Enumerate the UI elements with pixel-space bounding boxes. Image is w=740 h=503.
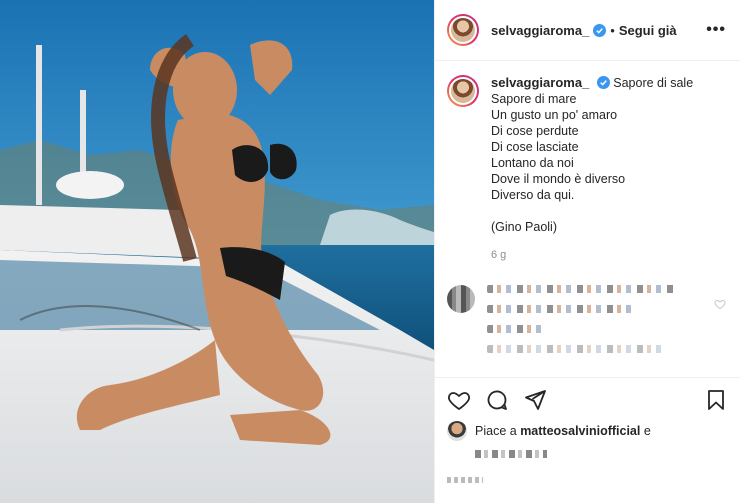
likes-conjunction: e xyxy=(643,424,651,438)
caption-line: Un gusto un po' amaro xyxy=(491,108,618,122)
author-username[interactable]: selvaggiaroma_ xyxy=(491,23,589,38)
post-side-panel: selvaggiaroma_ • Segui già ••• selvaggia… xyxy=(434,0,740,503)
more-options-icon[interactable]: ••• xyxy=(706,21,726,39)
likes-count-row xyxy=(435,441,740,463)
verified-badge-icon xyxy=(593,23,607,37)
caption-line: Di cose perdute xyxy=(491,124,579,138)
likes-prefix: Piace a xyxy=(475,424,517,438)
bookmark-icon[interactable] xyxy=(704,388,728,412)
photo-scene xyxy=(0,0,434,503)
author-avatar[interactable] xyxy=(447,14,479,46)
verified-badge-icon xyxy=(596,76,610,89)
share-icon[interactable] xyxy=(523,388,547,412)
likes-summary: Piace a matteosalviniofficial e xyxy=(435,421,740,441)
heart-icon[interactable] xyxy=(447,388,471,412)
caption-username[interactable]: selvaggiaroma_ xyxy=(491,75,589,90)
commenter-avatar[interactable] xyxy=(447,285,475,313)
caption-line: Diverso da qui. xyxy=(491,188,575,202)
post-photo[interactable] xyxy=(0,0,434,503)
blurred-date xyxy=(447,477,483,483)
caption-author-avatar[interactable] xyxy=(447,75,479,107)
caption-credit: (Gino Paoli) xyxy=(491,220,557,234)
separator-dot: • xyxy=(610,22,615,38)
post-caption: selvaggiaroma_ Sapore di sale Sapore di … xyxy=(491,75,693,263)
blurred-comment xyxy=(487,285,677,365)
liker-username[interactable]: matteosalviniofficial xyxy=(520,424,640,438)
caption-line: Di cose lasciate xyxy=(491,140,579,154)
caption-line: Dove il mondo è diverso xyxy=(491,172,626,186)
liker-avatar[interactable] xyxy=(447,421,467,441)
caption-first-line: Sapore di sale xyxy=(613,76,694,90)
comments-section: selvaggiaroma_ Sapore di sale Sapore di … xyxy=(435,61,740,377)
comment-item xyxy=(447,285,728,365)
action-bar xyxy=(435,377,740,421)
post-header: selvaggiaroma_ • Segui già ••• xyxy=(435,0,740,61)
caption-line: Lontano da noi xyxy=(491,156,574,170)
caption-line: Sapore di mare xyxy=(491,92,577,106)
caption-timestamp[interactable]: 6 g xyxy=(491,247,693,263)
blurred-likes-count[interactable] xyxy=(475,449,547,458)
follow-status-button[interactable]: Segui già xyxy=(619,23,677,38)
instagram-post-modal: selvaggiaroma_ • Segui già ••• selvaggia… xyxy=(0,0,740,503)
caption-row: selvaggiaroma_ Sapore di sale Sapore di … xyxy=(447,75,728,263)
comment-like-heart-icon[interactable] xyxy=(714,298,726,310)
comment-icon[interactable] xyxy=(485,388,509,412)
